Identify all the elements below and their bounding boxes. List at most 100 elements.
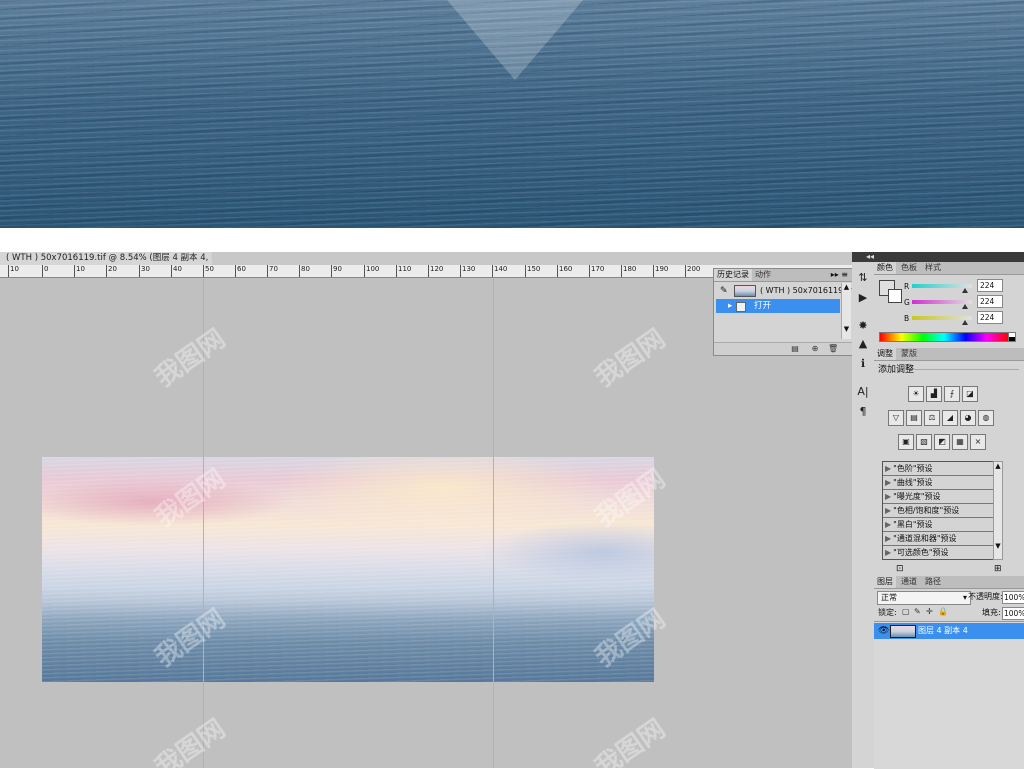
history-step-open[interactable]: ▸ 打开 xyxy=(716,299,840,313)
layers-panel-tabs: 图层 通道 路径 xyxy=(874,576,1024,589)
expand-arrow-icon[interactable]: ▶ xyxy=(885,492,891,501)
threshold-icon[interactable]: ◩ xyxy=(934,434,950,450)
value-r[interactable]: 224 xyxy=(977,279,1003,292)
layer-row[interactable]: 👁 图层 4 副本 4 xyxy=(874,623,1024,639)
document-tab-title: ( WTH ) 50x7016119.tif @ 8.54% (图层 4 副本 … xyxy=(6,253,246,263)
lock-all-icon[interactable]: 🔒 xyxy=(938,607,948,616)
snapshot-brush-icon[interactable]: ✎ xyxy=(720,284,728,299)
slider-r-knob-icon[interactable] xyxy=(962,288,968,293)
scroll-up-icon[interactable]: ▲ xyxy=(842,283,851,291)
character-panel-icon[interactable]: A| xyxy=(855,384,871,400)
preset-item[interactable]: ▶ "曝光度"预设 xyxy=(883,490,993,504)
tab-paths[interactable]: 路径 xyxy=(922,576,944,588)
blend-mode-select[interactable]: 正常 ▾ xyxy=(877,591,971,605)
presets-scrollbar[interactable]: ▲ ▼ xyxy=(993,461,1003,560)
black-white-ramp[interactable] xyxy=(1008,332,1016,342)
fill-field[interactable]: 100% xyxy=(1002,607,1024,620)
gradient-map-icon[interactable]: ▦ xyxy=(952,434,968,450)
paragraph-panel-icon[interactable]: ¶ xyxy=(855,404,871,420)
ruler-tick: 130 xyxy=(460,265,476,277)
ruler-tick: 30 xyxy=(139,265,150,277)
expand-arrow-icon[interactable]: ▶ xyxy=(885,534,891,543)
channel-label-r: R xyxy=(904,282,910,291)
guide-line[interactable] xyxy=(493,278,494,768)
brightness-contrast-icon[interactable]: ☀ xyxy=(908,386,924,402)
channel-mixer-icon[interactable]: ◍ xyxy=(978,410,994,426)
value-b[interactable]: 224 xyxy=(977,311,1003,324)
hue-saturation-icon[interactable]: ▤ xyxy=(906,410,922,426)
ruler-tick: 40 xyxy=(171,265,182,277)
black-white-icon[interactable]: ◢ xyxy=(942,410,958,426)
clip-to-layer-icon[interactable]: ⊡ xyxy=(896,564,904,574)
expand-arrow-icon[interactable]: ▶ xyxy=(885,548,891,557)
preset-item[interactable]: ▶ "黑白"预设 xyxy=(883,518,993,532)
color-balance-icon[interactable]: ⚖ xyxy=(924,410,940,426)
color-panel-tabs: 颜色 色板 样式 xyxy=(874,262,1024,275)
expand-arrow-icon[interactable]: ▶ xyxy=(885,464,891,473)
new-snapshot-icon[interactable]: ⊕ xyxy=(810,344,820,353)
history-snapshot[interactable]: ✎ ( WTH ) 50x7016119.tif xyxy=(716,283,854,299)
preset-item[interactable]: ▶ "曲线"预设 xyxy=(883,476,993,490)
expand-view-icon[interactable]: ⊞ xyxy=(994,564,1002,574)
opacity-field[interactable]: 100% xyxy=(1002,591,1024,604)
invert-icon[interactable]: ▣ xyxy=(898,434,914,450)
posterize-icon[interactable]: ▧ xyxy=(916,434,932,450)
ruler-tick: 140 xyxy=(492,265,508,277)
actions-panel-icon[interactable]: ▶ xyxy=(855,290,871,306)
curves-icon[interactable]: ⨍ xyxy=(944,386,960,402)
exposure-icon[interactable]: ◪ xyxy=(962,386,978,402)
preset-item[interactable]: ▶ "通道混和器"预设 xyxy=(883,532,993,546)
document-tab[interactable]: ( WTH ) 50x7016119.tif @ 8.54% (图层 4 副本 … xyxy=(0,252,261,265)
lock-position-icon[interactable]: ✛ xyxy=(926,607,933,616)
lock-pixels-icon[interactable]: ✎ xyxy=(914,607,921,616)
scroll-down-icon[interactable]: ▼ xyxy=(842,325,851,333)
expand-arrow-icon[interactable]: ▶ xyxy=(885,520,891,529)
new-document-from-state-icon[interactable]: ▤ xyxy=(790,344,800,353)
document-image[interactable] xyxy=(42,457,654,682)
tab-channels[interactable]: 通道 xyxy=(898,576,920,588)
slider-g-knob-icon[interactable] xyxy=(962,304,968,309)
lock-transparency-icon[interactable]: ▢ xyxy=(902,607,910,616)
tab-layers[interactable]: 图层 xyxy=(874,576,896,588)
tab-swatches[interactable]: 色板 xyxy=(898,262,920,274)
tab-adjustments[interactable]: 调整 xyxy=(874,348,896,360)
brushes-panel-icon[interactable]: ✸ xyxy=(855,318,871,334)
collapse-dock-icon[interactable]: ◂◂ xyxy=(866,252,876,262)
eye-icon[interactable]: 👁 xyxy=(878,623,889,639)
chevron-down-icon[interactable]: ▾ xyxy=(963,592,967,604)
preset-item[interactable]: ▶ "色阶"预设 xyxy=(883,462,993,476)
slider-b-knob-icon[interactable] xyxy=(962,320,968,325)
open-step-icon xyxy=(736,302,746,312)
levels-icon[interactable]: ▟ xyxy=(926,386,942,402)
info-panel-icon[interactable]: ℹ xyxy=(855,356,871,372)
background-color-swatch[interactable] xyxy=(888,289,902,303)
value-g[interactable]: 224 xyxy=(977,295,1003,308)
guide-line[interactable] xyxy=(203,278,204,768)
tab-color[interactable]: 颜色 xyxy=(874,262,896,274)
preset-label: "色相/饱和度"预设 xyxy=(893,506,960,515)
clone-source-icon[interactable]: ▲ xyxy=(855,336,871,352)
scroll-up-icon[interactable]: ▲ xyxy=(994,462,1002,470)
ruler-tick: 190 xyxy=(653,265,669,277)
photo-filter-icon[interactable]: ◕ xyxy=(960,410,976,426)
preset-label: "可选颜色"预设 xyxy=(893,548,949,557)
color-spectrum[interactable] xyxy=(879,332,1009,342)
expand-arrow-icon[interactable]: ▶ xyxy=(885,506,891,515)
preset-item[interactable]: ▶ "可选颜色"预设 xyxy=(883,546,993,559)
channel-label-g: G xyxy=(904,298,910,307)
history-panel-icon[interactable]: ⇅ xyxy=(855,270,871,286)
tab-styles[interactable]: 样式 xyxy=(922,262,944,274)
delete-state-icon[interactable]: 🗑 xyxy=(828,344,838,353)
panel-menu-icon[interactable]: ▸▸ ≡ xyxy=(831,269,848,281)
lock-label: 锁定: xyxy=(878,608,897,617)
history-scrollbar[interactable]: ▲ ▼ xyxy=(841,283,851,339)
adjustments-panel-tabs: 调整 蒙版 xyxy=(874,348,1024,361)
tab-actions[interactable]: 动作 xyxy=(752,269,774,281)
tab-history[interactable]: 历史记录 xyxy=(714,269,752,281)
expand-arrow-icon[interactable]: ▶ xyxy=(885,478,891,487)
selective-color-icon[interactable]: ⨯ xyxy=(970,434,986,450)
scroll-down-icon[interactable]: ▼ xyxy=(994,542,1002,550)
tab-masks[interactable]: 蒙版 xyxy=(898,348,920,360)
preset-item[interactable]: ▶ "色相/饱和度"预设 xyxy=(883,504,993,518)
vibrance-icon[interactable]: ▽ xyxy=(888,410,904,426)
